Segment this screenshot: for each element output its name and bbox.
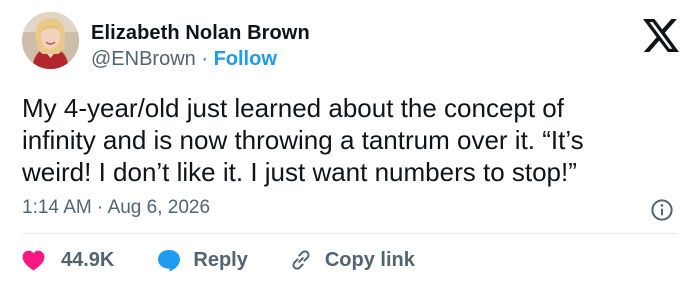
tweet-text-line: infinity and is now throwing a tantrum o… [22,125,584,155]
like-count: 44.9K [61,248,115,271]
tweet-card: Elizabeth Nolan Brown @ENBrown · Follow … [0,0,700,287]
author-handle-row: @ENBrown · Follow [91,48,277,71]
author-name[interactable]: Elizabeth Nolan Brown [91,22,310,45]
avatar-image [22,12,79,69]
tweet-text-line: My 4-year/old just learned about the con… [22,93,564,123]
handle-separator: · [201,48,214,70]
tweet-text: My 4-year/old just learned about the con… [22,92,682,188]
tweet-text-line: weird! I don’t like it. I just want numb… [22,157,577,187]
like-button[interactable]: 44.9K [22,249,114,272]
copy-link-button[interactable]: Copy link [289,248,415,272]
copy-link-label: Copy link [324,248,415,271]
tweet-actions: 44.9K Reply Copy link [22,246,415,274]
reply-label: Reply [193,248,248,271]
follow-button[interactable]: Follow [214,48,277,70]
reply-button[interactable]: Reply [157,248,248,272]
avatar[interactable] [22,12,79,69]
tweet-date: Aug 6, 2026 [107,197,211,218]
author-handle[interactable]: @ENBrown [91,48,196,70]
timestamp-separator: · [97,197,108,218]
speech-bubble-icon [158,249,181,272]
link-icon [292,250,310,270]
info-icon[interactable] [650,198,674,222]
tweet-time: 1:14 AM [22,197,92,218]
divider [22,233,678,234]
tweet-timestamp[interactable]: 1:14 AM · Aug 6, 2026 [22,197,210,219]
x-logo-icon[interactable] [643,19,679,52]
heart-icon [22,250,45,271]
